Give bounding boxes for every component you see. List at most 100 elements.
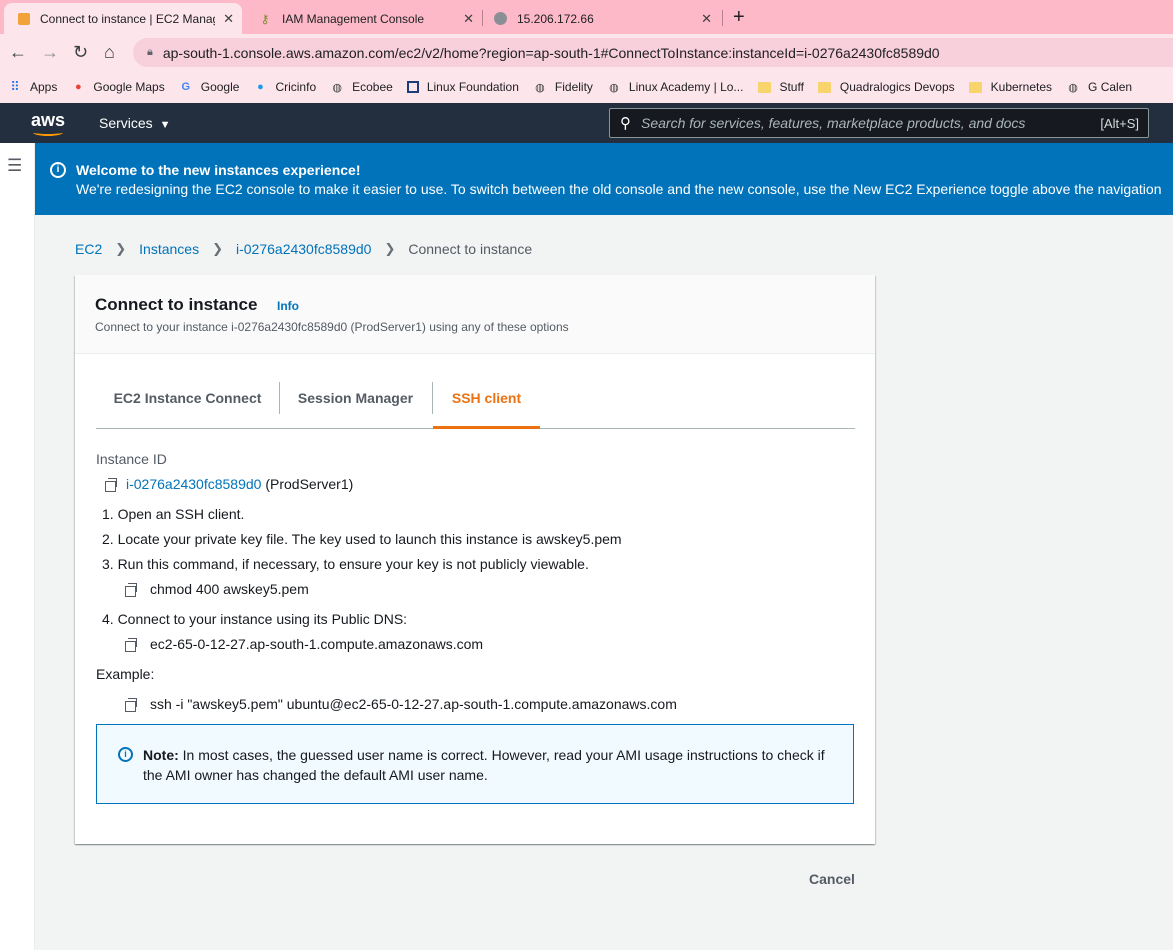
globe-icon: ◍: [535, 81, 545, 94]
bookmark-label: Fidelity: [554, 80, 593, 94]
instance-id-label: Instance ID: [96, 451, 167, 467]
services-label: Services: [99, 115, 153, 131]
back-icon[interactable]: ←: [9, 42, 27, 63]
address-bar[interactable]: 🔒︎ ap-south-1.console.aws.amazon.com/ec2…: [133, 38, 1173, 67]
tab-ec2-instance-connect[interactable]: EC2 Instance Connect: [96, 382, 279, 429]
apps-grid-icon: ⠿: [10, 79, 20, 94]
breadcrumb-instance-id[interactable]: i-0276a2430fc8589d0: [236, 241, 371, 257]
instance-id-link[interactable]: i-0276a2430fc8589d0: [126, 476, 261, 492]
copy-icon[interactable]: [105, 478, 119, 493]
tab-ssh-client[interactable]: SSH client: [433, 382, 540, 429]
bookmarks-bar: ⠿ Apps ● Google Maps G Google ● Cricinfo ◍ Ec…: [0, 71, 1173, 103]
bookmark-google[interactable]: G Google: [179, 80, 240, 94]
bookmark-label: Stuff: [779, 80, 804, 94]
new-tab-icon[interactable]: +: [733, 6, 745, 29]
caret-down-icon: ▼: [159, 119, 171, 131]
bookmark-ecobee[interactable]: ◍ Ecobee: [330, 80, 393, 94]
browser-tab-title: Connect to instance | EC2 Manag: [40, 11, 215, 26]
browser-tab-strip: Connect to instance | EC2 Manag ✕ ⚷ IAM …: [0, 0, 1173, 34]
banner-title: Welcome to the new instances experience!: [76, 162, 361, 178]
bookmark-linux-foundation[interactable]: Linux Foundation: [406, 80, 519, 94]
step-3: 3. Run this command, if necessary, to en…: [102, 556, 589, 572]
bookmark-label: Google: [200, 80, 240, 94]
chevron-right-icon: ❯: [212, 241, 223, 256]
info-icon: i: [50, 162, 66, 178]
menu-icon[interactable]: ☰: [7, 156, 22, 176]
breadcrumb: EC2 ❯ Instances ❯ i-0276a2430fc8589d0 ❯ …: [75, 241, 532, 257]
key-icon: ⚷: [260, 11, 270, 26]
reload-icon[interactable]: ↻: [73, 42, 88, 63]
copy-icon[interactable]: [125, 583, 139, 598]
bookmark-google-maps[interactable]: ● Google Maps: [71, 80, 165, 94]
browser-tab-connect[interactable]: Connect to instance | EC2 Manag ✕: [4, 3, 242, 34]
step-1: 1. Open an SSH client.: [102, 506, 245, 522]
bookmark-kubernetes[interactable]: Kubernetes: [969, 80, 1052, 94]
bookmark-label: Google Maps: [93, 80, 165, 94]
search-icon: ⚲: [620, 115, 631, 132]
aws-smile-icon: [33, 129, 63, 136]
globe-icon: ◍: [1068, 81, 1078, 94]
google-icon: G: [181, 81, 191, 93]
forward-icon[interactable]: →: [41, 42, 59, 63]
search-input[interactable]: ⚲ Search for services, features, marketp…: [609, 108, 1149, 138]
instance-name: (ProdServer1): [265, 476, 354, 492]
bookmark-label: G Calen: [1088, 80, 1133, 94]
bookmark-label: Kubernetes: [990, 80, 1053, 94]
close-icon[interactable]: ✕: [701, 11, 712, 27]
banner-body: We're redesigning the EC2 console to mak…: [76, 181, 1162, 197]
tab-session-manager[interactable]: Session Manager: [279, 382, 432, 429]
cancel-button[interactable]: Cancel: [809, 871, 855, 887]
card-subtitle: Connect to your instance i-0276a2430fc85…: [95, 320, 569, 334]
breadcrumb-current: Connect to instance: [408, 241, 533, 257]
bookmark-label: Ecobee: [352, 80, 393, 94]
public-dns: ec2-65-0-12-27.ap-south-1.compute.amazon…: [150, 636, 484, 652]
bookmark-label: Linux Academy | Lo...: [628, 80, 744, 94]
copy-icon[interactable]: [125, 638, 139, 653]
copy-icon[interactable]: [125, 698, 139, 713]
aws-logo-text: aws: [31, 110, 66, 130]
note-alert: i Note: In most cases, the guessed user …: [96, 724, 854, 804]
home-icon[interactable]: ⌂: [104, 42, 115, 63]
browser-tab-title: 15.206.172.66: [517, 11, 594, 26]
search-placeholder: Search for services, features, marketpla…: [641, 115, 1026, 131]
browser-tab-ip[interactable]: 15.206.172.66 ✕: [480, 3, 720, 34]
breadcrumb-instances[interactable]: Instances: [139, 241, 199, 257]
bookmark-apps[interactable]: ⠿ Apps: [8, 79, 57, 94]
lock-icon: 🔒︎: [147, 46, 153, 58]
bookmark-stuff[interactable]: Stuff: [757, 80, 804, 94]
aws-top-nav: aws Services ▼ ⚲ Search for services, fe…: [0, 103, 1173, 143]
bookmark-fidelity[interactable]: ◍ Fidelity: [533, 80, 593, 94]
connect-tabs: EC2 Instance Connect Session Manager SSH…: [96, 382, 855, 429]
chevron-right-icon: ❯: [115, 241, 127, 256]
bookmark-label: Cricinfo: [275, 80, 317, 94]
example-command: ssh -i "awskey5.pem" ubuntu@ec2-65-0-12-…: [150, 696, 677, 712]
browser-tab-title: IAM Management Console: [282, 11, 425, 26]
info-icon: i: [118, 747, 133, 762]
search-shortcut: [Alt+S]: [1100, 115, 1139, 131]
step-2: 2. Locate your private key file. The key…: [102, 531, 622, 547]
bookmark-quadralogics[interactable]: Quadralogics Devops: [818, 80, 955, 94]
browser-tab-iam[interactable]: ⚷ IAM Management Console ✕: [244, 3, 482, 34]
breadcrumb-ec2[interactable]: EC2: [75, 241, 102, 257]
bookmark-calendar[interactable]: ◍ G Calen: [1066, 80, 1132, 94]
bookmark-cricinfo[interactable]: ● Cricinfo: [253, 80, 316, 94]
aws-box-icon: [18, 12, 30, 25]
aws-logo[interactable]: aws: [31, 110, 66, 136]
bookmark-linux-academy[interactable]: ◍ Linux Academy | Lo...: [607, 80, 744, 94]
cricinfo-icon: ●: [257, 81, 264, 93]
folder-icon: [969, 80, 983, 94]
side-nav-rail: ☰: [0, 143, 35, 950]
services-menu[interactable]: Services ▼: [99, 115, 170, 131]
step-4: 4. Connect to your instance using its Pu…: [102, 611, 408, 627]
chevron-right-icon: ❯: [384, 241, 396, 256]
welcome-banner: i Welcome to the new instances experienc…: [35, 143, 1173, 215]
linux-foundation-icon: [406, 81, 419, 93]
close-icon[interactable]: ✕: [463, 11, 474, 27]
close-icon[interactable]: ✕: [223, 11, 234, 27]
info-link[interactable]: Info: [277, 299, 299, 313]
example-label: Example:: [96, 666, 155, 682]
chmod-command: chmod 400 awskey5.pem: [150, 581, 309, 597]
bookmark-label: Quadralogics Devops: [839, 80, 955, 94]
globe-icon: [494, 12, 507, 25]
folder-icon: [757, 80, 771, 94]
